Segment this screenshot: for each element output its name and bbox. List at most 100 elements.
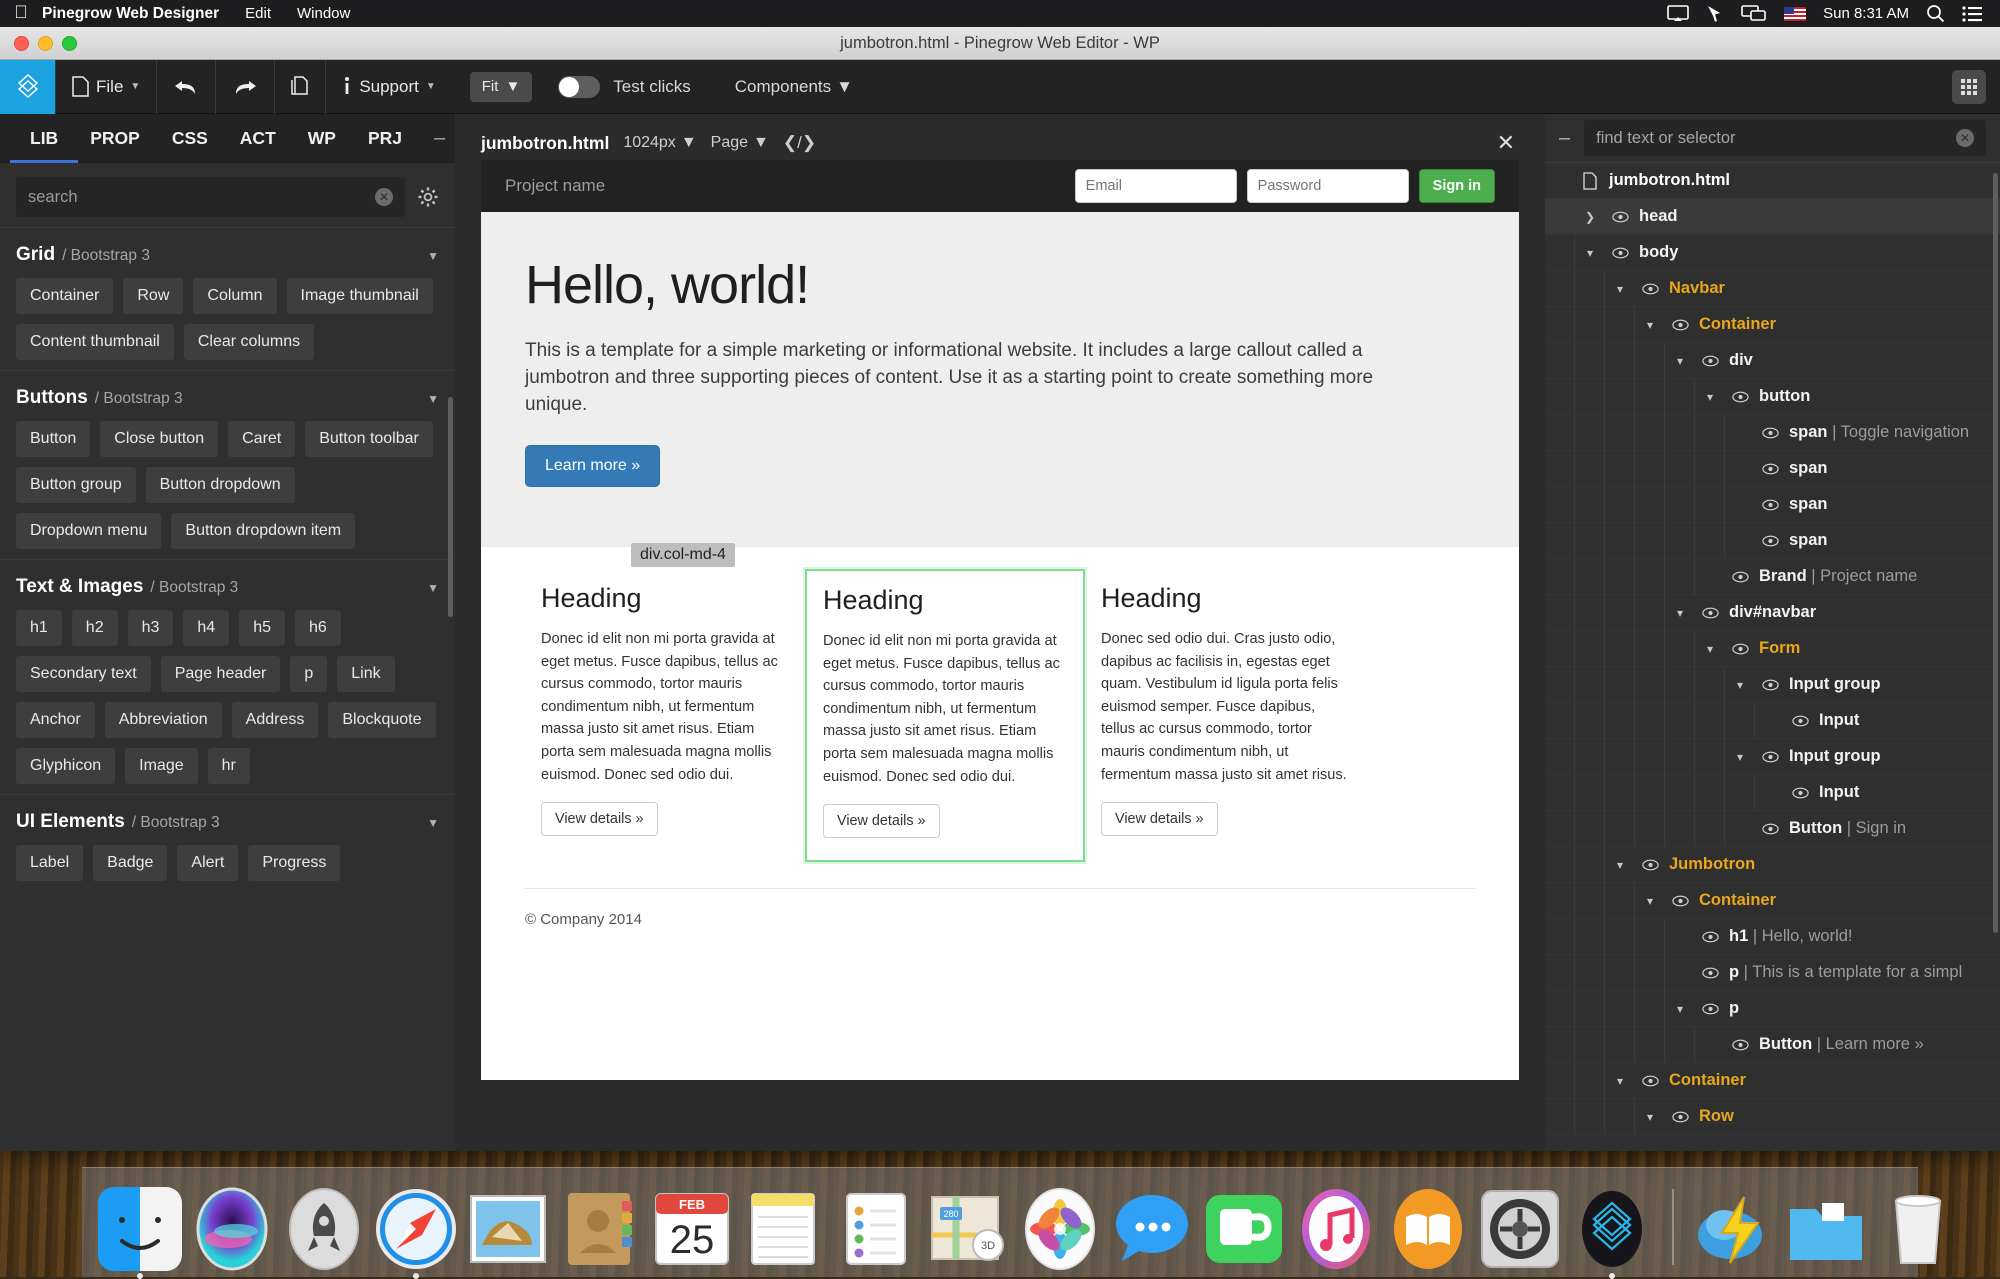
eye-visibility-icon[interactable] [1755,427,1785,439]
tree-row-input-group[interactable]: ▾Input group [1545,739,2000,775]
chevron-down-icon[interactable]: ▾ [1665,606,1695,620]
clear-circle-icon[interactable]: ✕ [1956,129,1974,147]
eye-visibility-icon[interactable] [1605,247,1635,259]
eye-visibility-icon[interactable] [1785,787,1815,799]
chevron-down-icon[interactable]: ▾ [1725,750,1755,764]
undo-button[interactable] [157,60,215,114]
tree-row-div[interactable]: ▾div [1545,343,2000,379]
dock-item-maps[interactable]: 2803D [926,1187,1010,1271]
library-chip-h5[interactable]: h5 [239,610,285,646]
column-heading[interactable]: Heading [823,585,1067,616]
tree-row-span[interactable]: span [1545,487,2000,523]
dock-item-siri[interactable] [190,1187,274,1271]
library-chip-row[interactable]: Row [123,278,183,314]
tree-row-head[interactable]: ❯head [1545,199,2000,235]
tree-row-button[interactable]: Button | Learn more » [1545,1027,2000,1063]
column-heading[interactable]: Heading [541,583,789,614]
library-chip-h3[interactable]: h3 [128,610,174,646]
eye-visibility-icon[interactable] [1755,823,1785,835]
library-chip-address[interactable]: Address [232,702,319,738]
content-column[interactable]: Heading Donec id elit non mi porta gravi… [525,569,805,862]
tree-row-container[interactable]: ▾Container [1545,1063,2000,1099]
eye-visibility-icon[interactable] [1665,895,1695,907]
chevron-down-icon[interactable]: ▾ [1635,894,1665,908]
library-chip-secondary-text[interactable]: Secondary text [16,656,151,692]
eye-visibility-icon[interactable] [1755,751,1785,763]
library-chip-blockquote[interactable]: Blockquote [328,702,435,738]
tree-row-p[interactable]: ▾p [1545,991,2000,1027]
library-chip-badge[interactable]: Badge [93,845,167,881]
eye-visibility-icon[interactable] [1785,715,1815,727]
dock-item-finder[interactable] [98,1187,182,1271]
tree-scrollbar[interactable] [1993,173,1998,933]
dock-item-itunes[interactable] [1294,1187,1378,1271]
library-chip-h2[interactable]: h2 [72,610,118,646]
airplay-icon[interactable] [1667,5,1689,22]
eye-visibility-icon[interactable] [1725,1039,1755,1051]
tree-row-container[interactable]: ▾Container [1545,307,2000,343]
eye-visibility-icon[interactable] [1635,859,1665,871]
library-chip-container[interactable]: Container [16,278,113,314]
dock-item-photos[interactable] [1018,1187,1102,1271]
content-column-selected[interactable]: Heading Donec id elit non mi porta gravi… [805,569,1085,862]
eye-visibility-icon[interactable] [1665,1111,1695,1123]
eye-visibility-icon[interactable] [1755,535,1785,547]
library-chip-image-thumbnail[interactable]: Image thumbnail [287,278,433,314]
cursor-icon[interactable] [1706,5,1724,23]
chevron-right-icon[interactable]: ❯ [1575,210,1605,224]
viewport-width-dropdown[interactable]: 1024px ▼ [623,134,696,152]
tab-prop[interactable]: PROP [74,114,156,163]
library-chip-hr[interactable]: hr [208,748,250,784]
library-chip-column[interactable]: Column [193,278,276,314]
tree-row-container[interactable]: ▾Container [1545,883,2000,919]
library-section-header[interactable]: Grid/ Bootstrap 3▼ [16,244,439,266]
chevron-down-icon[interactable]: ▾ [1665,1002,1695,1016]
tree-row-row[interactable]: ▾Row [1545,1099,2000,1135]
tree-row-input[interactable]: Input [1545,775,2000,811]
tree-row-span[interactable]: span [1545,523,2000,559]
eye-visibility-icon[interactable] [1695,355,1725,367]
chevron-down-icon[interactable]: ▾ [1665,354,1695,368]
chevron-down-icon[interactable]: ▾ [1695,642,1725,656]
menubar-clock[interactable]: Sun 8:31 AM [1823,5,1909,22]
tab-wp[interactable]: WP [292,114,352,163]
eye-visibility-icon[interactable] [1605,211,1635,223]
tree-row-input[interactable]: Input [1545,703,2000,739]
eye-visibility-icon[interactable] [1695,1003,1725,1015]
eye-visibility-icon[interactable] [1725,391,1755,403]
tree-row-div#navbar[interactable]: ▾div#navbar [1545,595,2000,631]
dock-item-system-preferences[interactable] [1478,1187,1562,1271]
dock-item-reminders[interactable] [834,1187,918,1271]
tab-lib[interactable]: LIB [14,114,74,163]
library-chip-p[interactable]: p [290,656,327,692]
column-text[interactable]: Donec id elit non mi porta gravida at eg… [541,628,789,786]
password-field[interactable] [1247,169,1409,203]
list-icon[interactable] [1962,6,1982,22]
dock-item-launchpad[interactable] [282,1187,366,1271]
library-chip-button-group[interactable]: Button group [16,467,136,503]
duplicate-page-button[interactable] [275,60,325,114]
dock-item-facetime[interactable] [1202,1187,1286,1271]
chevron-down-icon[interactable]: ▾ [1635,318,1665,332]
tree-row-p[interactable]: p | This is a template for a simpl [1545,955,2000,991]
column-heading[interactable]: Heading [1101,583,1349,614]
library-chip-anchor[interactable]: Anchor [16,702,95,738]
library-chip-clear-columns[interactable]: Clear columns [184,324,314,360]
zoom-level-dropdown[interactable]: Fit ▼ [470,72,533,102]
eye-visibility-icon[interactable] [1695,931,1725,943]
library-sections-scroll[interactable]: Grid/ Bootstrap 3▼ Container Row Column Imag… [0,227,455,1151]
menubar-app-title[interactable]: Pinegrow Web Designer [42,5,219,23]
library-chip-image[interactable]: Image [125,748,197,784]
library-chip-button[interactable]: Button [16,421,90,457]
close-icon[interactable]: ✕ [1497,130,1519,156]
tab-css[interactable]: CSS [156,114,224,163]
library-chip-alert[interactable]: Alert [177,845,238,881]
tree-row-h1[interactable]: h1 | Hello, world! [1545,919,2000,955]
library-chip-content-thumbnail[interactable]: Content thumbnail [16,324,174,360]
dock-item-notes[interactable] [742,1187,826,1271]
us-flag-icon[interactable] [1784,7,1806,21]
pinegrow-logo-icon[interactable] [0,60,55,114]
eye-visibility-icon[interactable] [1665,319,1695,331]
library-chip-h4[interactable]: h4 [183,610,229,646]
dom-tree[interactable]: jumbotron.html ❯head▾body▾Navbar▾Contain… [1545,163,2000,1151]
